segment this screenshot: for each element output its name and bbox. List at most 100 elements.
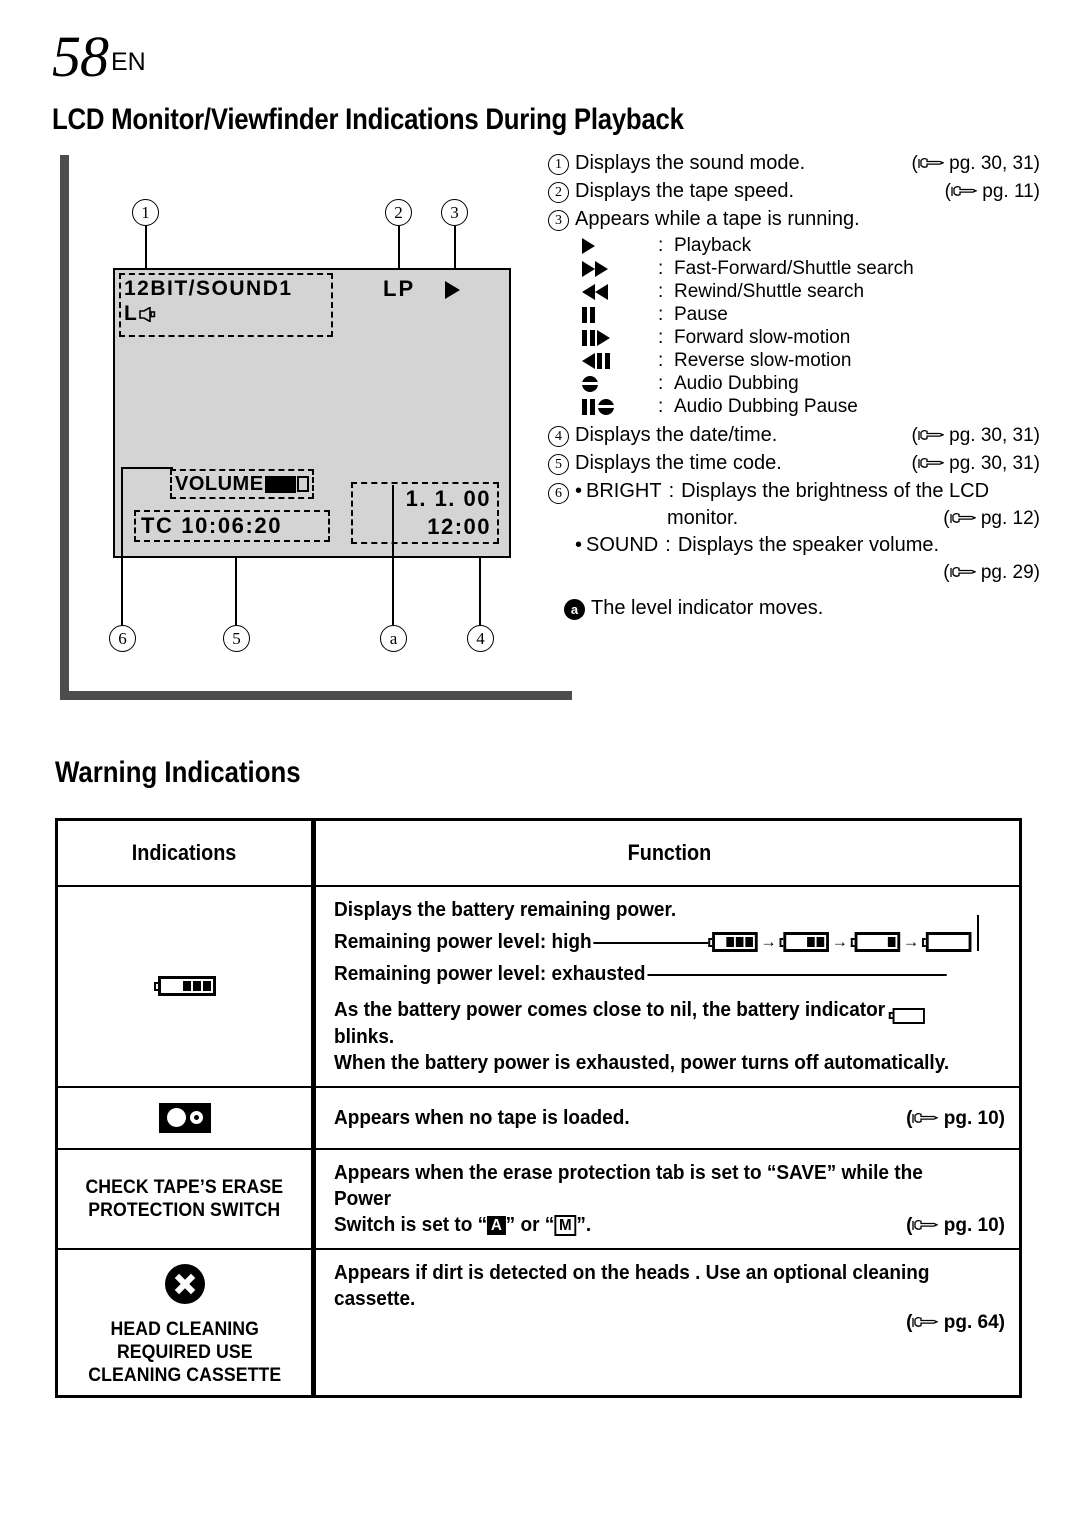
page-header: 58 EN LCD Monitor/Viewfinder Indications … [52,28,1032,137]
header-cell-function: Function [627,840,712,865]
pointing-hand-icon [912,1313,940,1327]
page-title: LCD Monitor/Viewfinder Indications Durin… [52,103,684,136]
leader-3 [454,226,456,271]
battery-level-high-label: Remaining power level: high [334,931,592,953]
head-cleaning-caption: HEAD CLEANING REQUIRED USE CLEANING CASS… [87,1318,282,1386]
pointing-hand-icon [951,179,978,196]
colon: : [658,396,664,417]
battery-3-bars-icon [708,932,758,952]
transport-mode-label: Forward slow-motion [674,327,851,348]
colon: : [658,281,664,302]
callout-5: 5 [223,625,250,652]
legend-ref-4: ( pg. 30, 31) [911,423,1040,446]
legend-text-5: Displays the time code. [575,452,782,474]
header-cell-indications: Indications [58,821,316,885]
rewind-icon [582,280,658,303]
diagram-bracket-vertical [60,155,69,700]
callout-2: 2 [385,199,412,226]
page-number: 58 EN [52,24,146,89]
leader-line-exhausted [647,974,947,976]
battery-empty-icon [922,932,972,952]
sound-mode-indicator: 12BIT/SOUND1 L [119,273,333,337]
erase-protection-line2: Switch is set to “A” or “M”. [334,1213,592,1236]
volume-bar-fill [264,475,296,493]
battery-intro: Displays the battery remaining power. [334,899,677,921]
leader-connector [977,915,979,951]
arrow-icon: → [831,932,848,951]
sound-key: SOUND [586,534,659,556]
legend-ref-2: ( pg. 11) [944,179,1040,202]
colon: : [658,327,664,348]
volume-level-indicator [296,476,309,492]
transport-mode-row: : Forward slow-motion [548,326,1040,349]
bright-ref: ( pg. 12) [943,508,1040,529]
colon: : [668,480,675,502]
leader-5 [235,558,237,625]
battery-2-bars-icon [779,932,829,952]
table-row: HEAD CLEANING REQUIRED USE CLEANING CASS… [58,1247,1019,1395]
date-text: 1. 1. 00 [405,486,491,511]
transport-mode-label: Audio Dubbing Pause [674,396,858,417]
legend-num-1: 1 [548,154,569,175]
no-tape-ref: ( pg. 10) [906,1107,1005,1129]
lcd-diagram: 1 2 3 12BIT/SOUND1 L LP VOLUME TC 10:06:… [52,155,572,710]
date-time-indicator: 1. 1. 00 12:00 [351,482,499,544]
legend-text-2: Displays the tape speed. [575,180,795,202]
colon: : [665,534,671,556]
callout-6: 6 [109,625,136,652]
legend-item-3: 3 Appears while a tape is running. [548,206,1040,233]
colon: : [658,373,664,394]
play-icon [582,234,658,257]
pointing-hand-icon [918,423,945,440]
transport-mode-row: : Audio Dubbing Pause [548,395,1040,418]
tape-speed-indicator: LP [383,276,416,301]
legend-item-4: 4 Displays the date/time. ( pg. 30, 31) [548,422,1040,449]
callout-3: 3 [441,199,468,226]
volume-indicator: VOLUME [170,469,314,499]
warning-section-title: Warning Indications [55,756,301,789]
battery-empty-inline-icon [888,1007,926,1024]
speaker-icon [139,306,156,322]
head-cleaning-ref: ( pg. 64) [906,1311,1005,1333]
indication-cell-no-tape [58,1087,316,1148]
battery-note-line1: As the battery power comes close to nil,… [334,997,971,1050]
indication-cell-battery [58,887,316,1086]
legend-num-6: 6 [548,483,569,504]
cassette-tape-icon [158,1102,211,1133]
transport-mode-label: Playback [674,235,752,256]
function-cell-head-cleaning: Appears if dirt is detected on the heads… [316,1250,1019,1395]
pointing-hand-icon [912,1109,940,1123]
legend-text-4: Displays the date/time. [575,424,778,446]
diagram-bracket-horizontal [60,691,572,700]
battery-sequence: → → → [708,929,972,955]
battery-level-high-row: Remaining power level: high → → → [334,929,972,955]
legend-ref-1: ( pg. 30, 31) [911,153,1040,174]
legend-num-5: 5 [548,454,569,475]
time-text: 12:00 [427,514,491,539]
reverse-slow-motion-icon [582,349,658,372]
legend-text-1: Displays the sound mode. [575,152,806,174]
table-row: CHECK TAPE’S ERASE PROTECTION SWITCH App… [58,1147,1019,1248]
callout-a: a [380,625,407,652]
legend-num-3: 3 [548,210,569,231]
sound-ref: ( pg. 29) [943,562,1040,583]
transport-mode-row: : Pause [548,303,1040,326]
pointing-hand-icon [912,1216,940,1230]
arrow-icon: → [903,932,920,951]
colon: : [658,304,664,325]
erase-protection-caption: CHECK TAPE’S ERASE PROTECTION SWITCH [85,1176,284,1221]
battery-level-exhausted-label: Remaining power level: exhausted [334,963,646,985]
leader-6-vert [121,467,123,625]
colon: : [658,235,664,256]
sound-desc: Displays the speaker volume. [677,534,940,556]
legend-item-6: 6 • BRIGHT: Displays the brightness of the… [548,478,1040,586]
audio-dubbing-icon [582,372,658,395]
audio-dubbing-pause-icon [582,395,658,418]
transport-mode-row: : Fast-Forward/Shuttle search [548,257,1040,280]
bright-desc-line2: monitor. [667,507,739,529]
pause-icon [582,303,658,326]
leader-line-high [593,942,709,944]
transport-mode-label: Pause [674,304,728,325]
table-row: Appears when no tape is loaded. ( pg. 10… [58,1085,1019,1148]
transport-mode-label: Audio Dubbing [674,373,799,394]
